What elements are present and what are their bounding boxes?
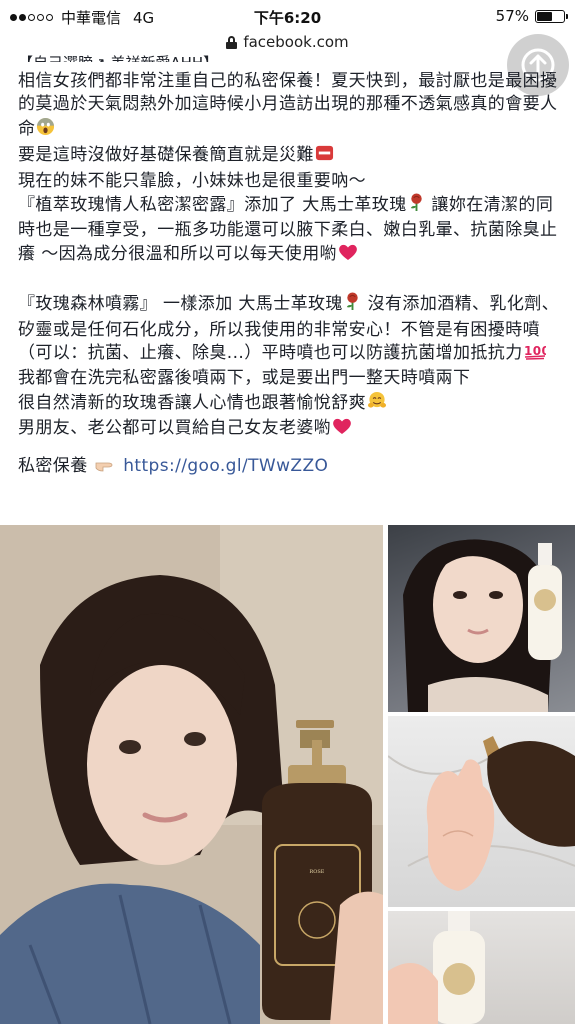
pointing-right-emoji-icon	[94, 457, 116, 480]
battery-percent: 57%	[495, 7, 529, 25]
post-photo-main[interactable]: ROSE	[0, 525, 383, 1024]
svg-text:ROSE: ROSE	[310, 869, 325, 875]
photo-hand-with-bottle	[388, 736, 575, 891]
post-line: 『玫瑰森林噴霧』 一樣添加 大馬士革玫瑰 沒有添加酒精、乳化劑、矽靈或是任何石化…	[18, 292, 563, 367]
post-line: 現在的妹不能只靠臉，小妹妹也是很重要吶～	[18, 170, 366, 191]
heart-emoji-icon	[332, 417, 352, 442]
post-line: 男朋友、老公都可以買給自己女友老婆喲	[18, 417, 563, 442]
post-photo-thumb-3[interactable]	[388, 911, 575, 1024]
post-text: 相信女孩們都非常注重自己的私密保養！夏天快到，最討厭也是最困擾的莫過於天氣悶熱外…	[18, 70, 563, 480]
status-right: 57%	[495, 7, 568, 25]
post-link-row: 私密保養 https://goo.gl/TWwZZO	[18, 455, 563, 480]
scream-emoji-icon	[36, 117, 55, 143]
hugging-face-emoji-icon	[367, 391, 387, 417]
post-line: 我都會在洗完私密露後噴兩下，或是要出門一整天時噴兩下	[18, 368, 471, 389]
clock: 下午6:20	[253, 9, 322, 27]
url-text[interactable]: facebook.com	[243, 33, 348, 51]
status-bar: 中華電信 4G 下午6:20 57%	[0, 0, 575, 34]
lock-icon	[226, 35, 238, 49]
rose-emoji-icon	[408, 193, 425, 219]
post-line: 很自然清新的玫瑰香讓人心情也跟著愉悅舒爽	[18, 391, 563, 417]
photo-spray-bottle	[388, 911, 485, 1024]
post-photo-thumb-1[interactable]	[388, 525, 575, 712]
photo-woman-with-spray	[403, 539, 562, 712]
heart-emoji-icon	[338, 243, 358, 268]
post-link[interactable]: https://goo.gl/TWwZZO	[123, 456, 328, 476]
hundred-points-emoji-icon: 100	[524, 342, 549, 367]
address-bar[interactable]: facebook.com	[0, 30, 575, 54]
post-line: 『植萃玫瑰情人私密潔密露』添加了 大馬士革玫瑰 讓妳在清潔的同時也是一種享受，一…	[18, 193, 563, 268]
post-heading-cut: 【自己選膀↗ 美祥新愛AHH】	[18, 52, 358, 62]
post-line: 要是這時沒做好基礎保養簡直就是災難	[18, 143, 563, 169]
sos-emoji-icon	[315, 143, 334, 169]
post-photo-thumb-2[interactable]	[388, 716, 575, 907]
rose-emoji-icon	[344, 292, 361, 318]
battery-icon	[535, 9, 568, 23]
post-line: 相信女孩們都非常注重自己的私密保養！夏天快到，最討厭也是最困擾的莫過於天氣悶熱外…	[18, 70, 563, 143]
photo-woman-with-bottle: ROSE	[0, 525, 383, 1024]
